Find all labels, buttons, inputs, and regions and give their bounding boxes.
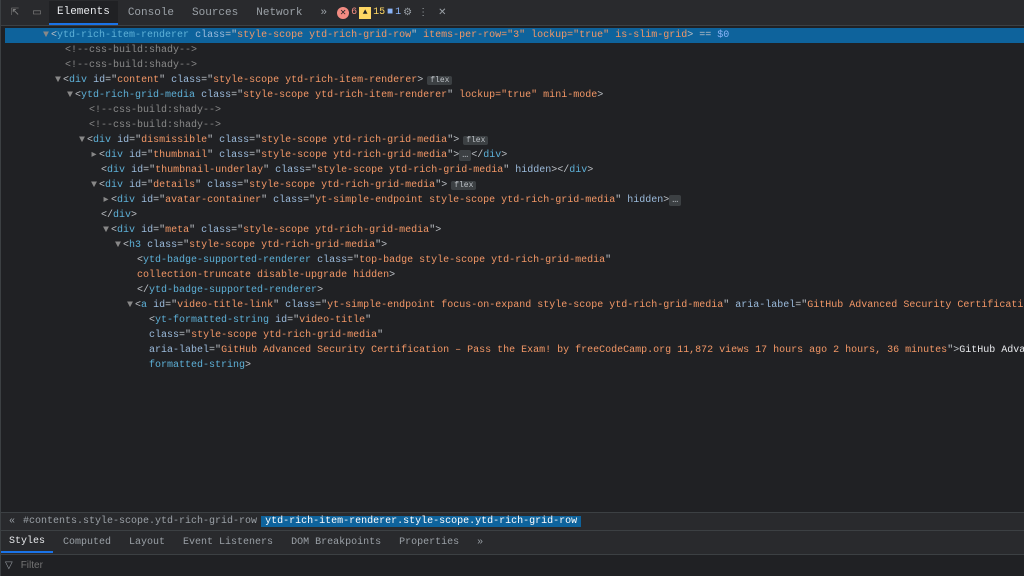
tab-network[interactable]: Network (248, 2, 310, 24)
tab-computed[interactable]: Computed (55, 533, 119, 552)
info-badge[interactable]: ■1 (387, 7, 401, 18)
tab-dom-breakpoints[interactable]: DOM Breakpoints (283, 533, 389, 552)
elements-tree[interactable]: ▼<ytd-rich-item-renderer class="style-sc… (1, 26, 1024, 512)
tab-elements[interactable]: Elements (49, 1, 118, 25)
styles-overflow[interactable]: » (469, 533, 491, 552)
tab-layout[interactable]: Layout (121, 533, 173, 552)
styles-filter-bar: ▽ :hov .cls + ⊟ (1, 554, 1024, 576)
more-icon[interactable]: ⋮ (418, 7, 428, 19)
devtools-panel: ⇱ ▭ Elements Console Sources Network » ✕… (0, 0, 1024, 576)
devtools-tabs: ⇱ ▭ Elements Console Sources Network » ✕… (1, 0, 1024, 26)
inspect-icon[interactable]: ⇱ (5, 7, 25, 19)
settings-icon[interactable]: ⚙ (403, 7, 412, 19)
filter-input[interactable] (21, 560, 1024, 571)
close-icon[interactable]: ✕ (438, 7, 446, 19)
tab-console[interactable]: Console (120, 2, 182, 24)
device-icon[interactable]: ▭ (27, 7, 47, 19)
styles-pane-tabs: Styles Computed Layout Event Listeners D… (1, 530, 1024, 554)
warning-badge[interactable]: ▲15 (359, 7, 385, 19)
breadcrumb[interactable]: « #contents.style-scope.ytd-rich-grid-ro… (1, 512, 1024, 530)
error-badge[interactable]: ✕6 (337, 7, 357, 19)
tab-event-listeners[interactable]: Event Listeners (175, 533, 281, 552)
tab-sources[interactable]: Sources (184, 2, 246, 24)
filter-icon: ▽ (5, 560, 13, 572)
tab-properties[interactable]: Properties (391, 533, 467, 552)
tabs-overflow[interactable]: » (312, 2, 335, 24)
tab-styles[interactable]: Styles (1, 532, 53, 553)
